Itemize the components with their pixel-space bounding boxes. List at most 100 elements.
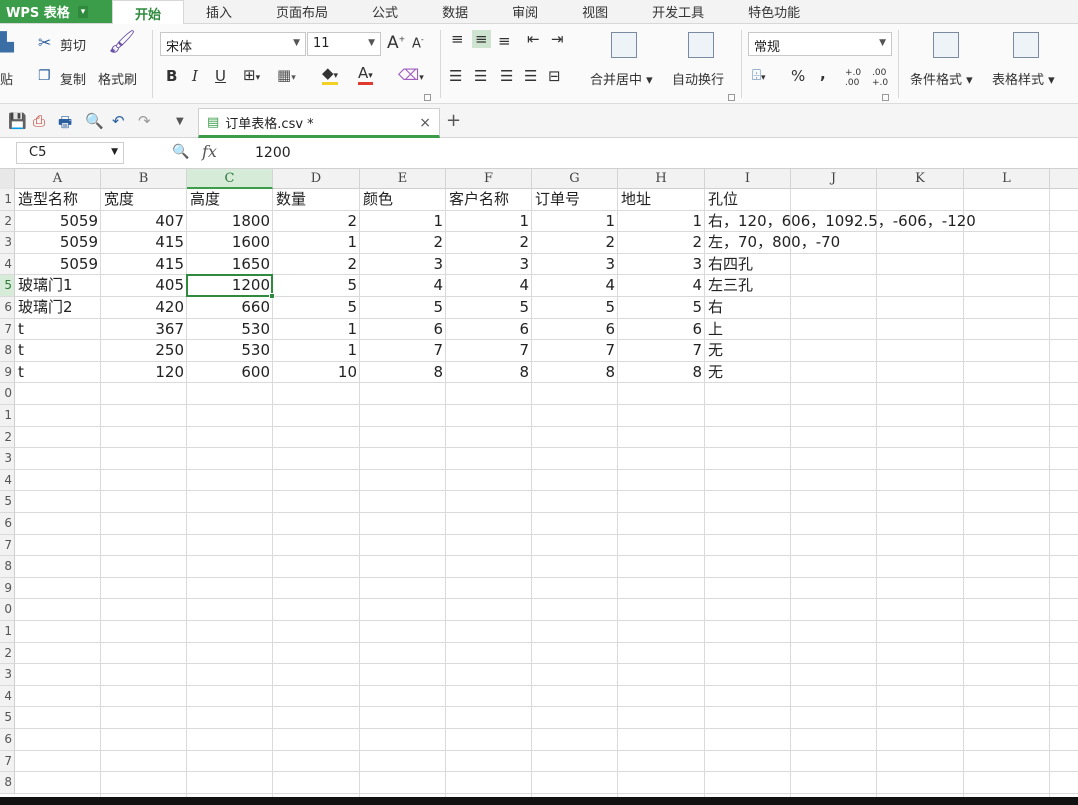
cell-F6[interactable]: 5 <box>446 297 532 318</box>
cell-H4[interactable]: 3 <box>618 254 705 275</box>
cell-C1[interactable]: 高度 <box>187 189 273 210</box>
cell-F2[interactable]: 1 <box>446 211 532 232</box>
cell-F8[interactable]: 7 <box>446 340 532 361</box>
row-header[interactable]: 3 <box>0 232 15 254</box>
percent-button[interactable]: % <box>791 67 805 85</box>
row-header[interactable]: 5 <box>0 491 15 513</box>
currency-icon[interactable]: ⌹▾ <box>752 66 766 84</box>
redo-icon[interactable]: ↷ <box>138 112 151 130</box>
function-button[interactable]: fx <box>202 142 217 161</box>
font-size-select[interactable]: 11 ▼ <box>307 32 381 56</box>
align-bottom-icon[interactable]: ≡ <box>498 32 511 50</box>
fill-color-icon[interactable]: ◆▾ <box>322 64 339 85</box>
cell-H8[interactable]: 7 <box>618 340 705 361</box>
table-style-icon[interactable] <box>1013 32 1039 58</box>
cell-E7[interactable]: 6 <box>360 319 446 340</box>
copy-icon[interactable]: ❐ <box>38 68 51 84</box>
row-header[interactable]: 6 <box>0 729 15 751</box>
cell-F5[interactable]: 4 <box>446 275 532 296</box>
cell-A5[interactable]: 玻璃门1 <box>15 275 101 296</box>
cell-B3[interactable]: 415 <box>101 232 187 253</box>
row-header[interactable]: 7 <box>0 534 15 557</box>
app-menu-button[interactable]: WPS 表格 ▾ <box>0 0 112 23</box>
row-header[interactable]: 7 <box>0 750 15 773</box>
menu-tab-2[interactable]: 页面布局 <box>254 0 350 23</box>
cell-H3[interactable]: 2 <box>618 232 705 253</box>
cell-C6[interactable]: 660 <box>187 297 273 318</box>
wrap-text-icon[interactable] <box>688 32 714 58</box>
row-header[interactable]: 4 <box>0 253 15 276</box>
cell-G7[interactable]: 6 <box>532 319 618 340</box>
row-header[interactable]: 2 <box>0 210 15 233</box>
row-header[interactable]: 0 <box>0 599 15 621</box>
menu-tab-6[interactable]: 视图 <box>560 0 630 23</box>
format-painter-button[interactable]: 格式刷 <box>98 69 137 88</box>
clear-format-icon[interactable]: ⌫▾ <box>398 66 424 84</box>
cell-B4[interactable]: 415 <box>101 254 187 275</box>
row-header[interactable]: 2 <box>0 426 15 449</box>
underline-button[interactable]: U <box>215 67 226 85</box>
cell-H5[interactable]: 4 <box>618 275 705 296</box>
shrink-font-button[interactable]: A- <box>412 35 424 51</box>
customize-dropdown-icon[interactable]: ▼ <box>176 116 184 127</box>
row-header[interactable]: 5 <box>0 275 15 297</box>
close-icon[interactable]: × <box>419 115 431 131</box>
cell-E3[interactable]: 2 <box>360 232 446 253</box>
cell-I9[interactable]: 无 <box>705 362 791 383</box>
cut-button[interactable]: 剪切 <box>60 35 86 54</box>
cell-D4[interactable]: 2 <box>273 254 360 275</box>
cell-A9[interactable]: t <box>15 362 101 383</box>
cell-E6[interactable]: 5 <box>360 297 446 318</box>
column-header-H[interactable]: H <box>618 169 705 189</box>
cell-G3[interactable]: 2 <box>532 232 618 253</box>
cell-I4[interactable]: 右四孔 <box>705 254 791 275</box>
row-header[interactable]: 0 <box>0 383 15 405</box>
menu-tab-5[interactable]: 审阅 <box>490 0 560 23</box>
cell-G4[interactable]: 3 <box>532 254 618 275</box>
font-dialog-launcher[interactable] <box>424 94 431 101</box>
column-header-D[interactable]: D <box>273 169 360 189</box>
cell-C3[interactable]: 1600 <box>187 232 273 253</box>
cell-I1[interactable]: 孔位 <box>705 189 791 210</box>
select-all-corner[interactable] <box>0 169 15 189</box>
name-box[interactable]: C5 ▼ <box>16 142 124 164</box>
save-icon[interactable]: 💾 <box>8 112 27 130</box>
menu-tab-1[interactable]: 插入 <box>184 0 254 23</box>
zoom-icon[interactable]: 🔍 <box>172 144 189 160</box>
document-tab[interactable]: ▤ 订单表格.csv * × <box>198 108 440 138</box>
row-header[interactable]: 3 <box>0 664 15 686</box>
cell-H6[interactable]: 5 <box>618 297 705 318</box>
cell-C5[interactable]: 1200 <box>187 275 273 296</box>
row-header[interactable]: 8 <box>0 772 15 794</box>
cell-C8[interactable]: 530 <box>187 340 273 361</box>
cell-C2[interactable]: 1800 <box>187 211 273 232</box>
cell-I7[interactable]: 上 <box>705 319 791 340</box>
cell-H9[interactable]: 8 <box>618 362 705 383</box>
cell-F4[interactable]: 3 <box>446 254 532 275</box>
menu-tab-3[interactable]: 公式 <box>350 0 420 23</box>
cell-C4[interactable]: 1650 <box>187 254 273 275</box>
cell-B6[interactable]: 420 <box>101 297 187 318</box>
row-header[interactable]: 2 <box>0 642 15 665</box>
cell-H2[interactable]: 1 <box>618 211 705 232</box>
cell-G9[interactable]: 8 <box>532 362 618 383</box>
cell-C9[interactable]: 600 <box>187 362 273 383</box>
cell-A3[interactable]: 5059 <box>15 232 101 253</box>
row-header[interactable]: 1 <box>0 405 15 427</box>
menu-tab-0[interactable]: 开始 <box>112 0 185 25</box>
row-header[interactable]: 6 <box>0 513 15 535</box>
align-right-icon[interactable]: ☰ <box>500 67 513 85</box>
cell-E1[interactable]: 颜色 <box>360 189 446 210</box>
alignment-dialog-launcher[interactable] <box>728 94 735 101</box>
row-header[interactable]: 5 <box>0 707 15 729</box>
align-left-icon[interactable]: ☰ <box>449 67 462 85</box>
menu-tab-7[interactable]: 开发工具 <box>630 0 726 23</box>
column-header-J[interactable]: J <box>791 169 877 189</box>
cell-F7[interactable]: 6 <box>446 319 532 340</box>
italic-button[interactable]: I <box>192 67 198 85</box>
cell-I8[interactable]: 无 <box>705 340 791 361</box>
formula-input[interactable]: 1200 <box>255 145 291 161</box>
cell-G1[interactable]: 订单号 <box>532 189 618 210</box>
cell-B9[interactable]: 120 <box>101 362 187 383</box>
cell-D8[interactable]: 1 <box>273 340 360 361</box>
